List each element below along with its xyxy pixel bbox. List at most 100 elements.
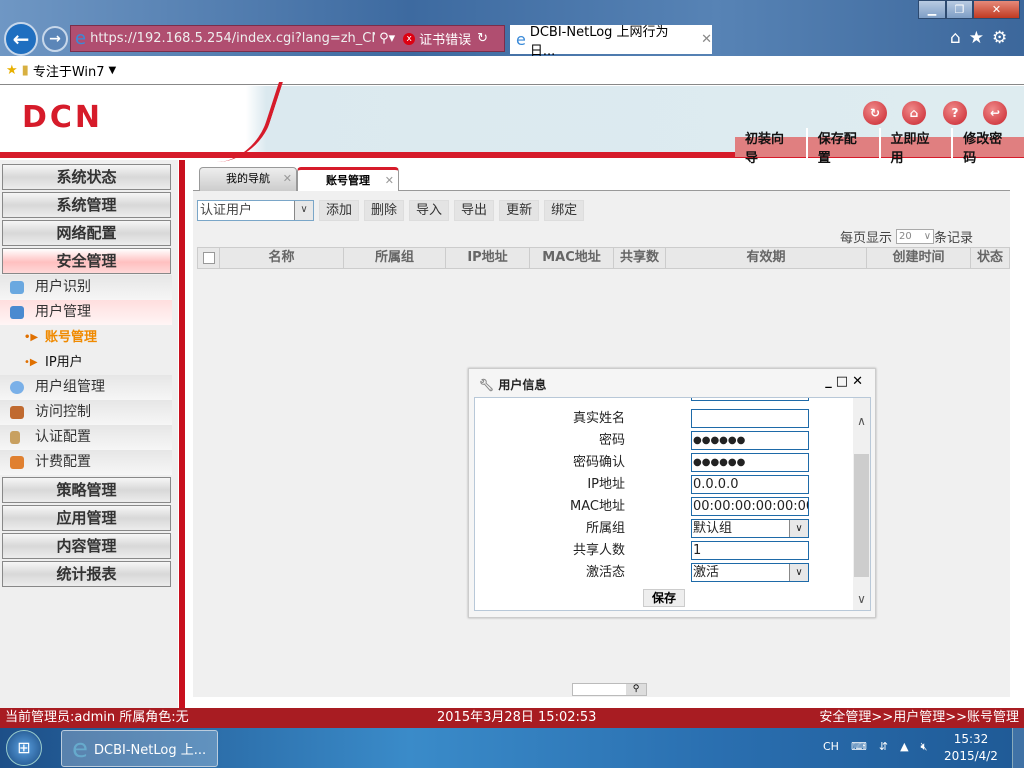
- username-field[interactable]: [691, 398, 809, 401]
- form-row-share: 共享人数 1: [475, 541, 855, 560]
- ip-field[interactable]: 0.0.0.0: [691, 475, 809, 494]
- sidebar-policy-manage[interactable]: 策略管理: [2, 477, 171, 503]
- col-ip[interactable]: IP地址: [446, 248, 530, 268]
- home-icon[interactable]: ⌂: [902, 101, 926, 125]
- home-icon[interactable]: ⌂: [950, 28, 969, 48]
- sidebar-account-manage[interactable]: •▶ 账号管理: [0, 325, 172, 350]
- back-button[interactable]: ←: [4, 22, 38, 56]
- sidebar-content-manage[interactable]: 内容管理: [2, 533, 171, 559]
- page-jump-input[interactable]: ⚲: [572, 683, 647, 696]
- restore-icon[interactable]: ❐: [946, 0, 973, 19]
- update-button[interactable]: 更新: [499, 200, 540, 221]
- sidebar-system-manage[interactable]: 系统管理: [2, 192, 171, 218]
- favorites-star-icon[interactable]: ★: [6, 63, 18, 78]
- dialog-scrollbar[interactable]: ∧ ∨: [853, 398, 870, 610]
- sidebar-app-manage[interactable]: 应用管理: [2, 505, 171, 531]
- col-validity[interactable]: 有效期: [666, 248, 867, 268]
- scroll-down-icon[interactable]: ∨: [853, 592, 870, 606]
- realname-field[interactable]: [691, 409, 809, 428]
- forward-button[interactable]: →: [42, 26, 68, 52]
- minimize-icon[interactable]: ▁: [918, 0, 946, 19]
- password-confirm-field[interactable]: ●●●●●●: [691, 453, 809, 472]
- volume-muted-icon[interactable]: 🔇︎: [921, 740, 928, 754]
- minimize-icon[interactable]: _: [825, 374, 836, 389]
- star-icon[interactable]: ★: [969, 28, 992, 48]
- sidebar-user-manage[interactable]: 用户管理: [0, 300, 172, 325]
- title-text: 用户信息: [498, 378, 547, 392]
- sidebar-splitter[interactable]: [179, 160, 185, 708]
- close-icon[interactable]: ✕: [852, 374, 867, 389]
- sidebar-user-group[interactable]: 用户组管理: [0, 375, 172, 400]
- password-field[interactable]: ●●●●●●: [691, 431, 809, 450]
- gear-icon[interactable]: ⚙: [992, 28, 1015, 48]
- close-icon[interactable]: ✕: [283, 168, 292, 190]
- delete-button[interactable]: 删除: [364, 200, 405, 221]
- select-all-checkbox[interactable]: [198, 248, 220, 268]
- start-button[interactable]: ⊞: [6, 730, 42, 766]
- address-bar[interactable]: e https://192.168.5.254/index.cgi?lang=z…: [70, 25, 505, 52]
- col-created[interactable]: 创建时间: [867, 248, 971, 268]
- wrench-icon: 🔧︎: [479, 378, 495, 392]
- tab-close-icon[interactable]: ✕: [701, 32, 712, 47]
- col-mac[interactable]: MAC地址: [530, 248, 614, 268]
- sidebar-auth-config[interactable]: 认证配置: [0, 425, 172, 450]
- tab-my-nav[interactable]: 我的导航 ✕: [199, 167, 297, 191]
- sidebar-reports[interactable]: 统计报表: [2, 561, 171, 587]
- user-type-select[interactable]: 认证用户 ∨: [197, 200, 314, 221]
- sidebar-billing-config[interactable]: 计费配置: [0, 450, 172, 475]
- export-button[interactable]: 导出: [454, 200, 495, 221]
- help-icon[interactable]: ?: [943, 101, 967, 125]
- clock[interactable]: 15:32 2015/4/2: [940, 731, 1002, 765]
- refresh-icon[interactable]: ↻: [477, 31, 488, 46]
- network-icon[interactable]: ⇵: [879, 740, 888, 754]
- save-button[interactable]: 保存: [643, 589, 685, 607]
- menu-apply-now[interactable]: 立即应用: [881, 128, 954, 166]
- label: 认证配置: [35, 429, 91, 445]
- share-count-field[interactable]: 1: [691, 541, 809, 560]
- search-icon[interactable]: ⚲▾: [379, 31, 395, 46]
- auth-config-icon: [10, 431, 20, 444]
- tray-expand-icon[interactable]: ▲: [900, 740, 908, 754]
- sidebar-system-status[interactable]: 系统状态: [2, 164, 171, 190]
- browser-tab[interactable]: e DCBI-NetLog 上网行为日... ✕: [510, 25, 712, 59]
- sidebar-security-manage[interactable]: 安全管理: [2, 248, 171, 274]
- favorites-item[interactable]: 专注于Win7: [33, 61, 105, 80]
- bind-button[interactable]: 绑定: [544, 200, 585, 221]
- sidebar-access-control[interactable]: 访问控制: [0, 400, 172, 425]
- scrollbar-thumb[interactable]: [854, 454, 869, 577]
- col-share[interactable]: 共享数: [614, 248, 666, 268]
- add-button[interactable]: 添加: [319, 200, 360, 221]
- chevron-down-icon: ∨: [294, 201, 313, 220]
- show-desktop-button[interactable]: [1012, 728, 1024, 768]
- sidebar-ip-user[interactable]: •▶ IP用户: [0, 350, 172, 375]
- col-name[interactable]: 名称: [220, 248, 344, 268]
- language-indicator[interactable]: CH: [823, 740, 839, 754]
- refresh-icon[interactable]: ↻: [863, 101, 887, 125]
- col-status[interactable]: 状态: [971, 248, 1009, 268]
- close-icon[interactable]: ✕: [973, 0, 1020, 19]
- system-tray: CH ⌨ ⇵ ▲ 🔇︎: [823, 740, 927, 754]
- tab-account-manage[interactable]: 账号管理 ✕: [297, 167, 399, 191]
- logout-icon[interactable]: ↩: [983, 101, 1007, 125]
- per-page-select[interactable]: 20 ∨: [896, 229, 935, 244]
- maximize-icon[interactable]: □: [836, 374, 852, 389]
- taskbar-ie-item[interactable]: e DCBI-NetLog 上...: [61, 730, 218, 767]
- menu-setup-wizard[interactable]: 初装向导: [735, 128, 808, 166]
- col-group[interactable]: 所属组: [344, 248, 446, 268]
- active-state-select[interactable]: 激活 ∨: [691, 563, 809, 582]
- cert-error-label[interactable]: 证书错误: [419, 29, 471, 48]
- keyboard-icon[interactable]: ⌨: [851, 740, 867, 754]
- top-menu: 初装向导 保存配置 立即应用 修改密码: [735, 128, 1024, 166]
- address-url[interactable]: https://192.168.5.254/index.cgi?lang=zh_…: [90, 31, 375, 46]
- scroll-up-icon[interactable]: ∧: [853, 414, 870, 428]
- import-button[interactable]: 导入: [409, 200, 450, 221]
- sidebar-user-identify[interactable]: 用户识别: [0, 275, 172, 300]
- menu-save-config[interactable]: 保存配置: [808, 128, 881, 166]
- mac-field[interactable]: 00:00:00:00:00:00: [691, 497, 809, 516]
- search-icon[interactable]: ⚲: [626, 684, 646, 695]
- chevron-down-icon[interactable]: ▼: [109, 65, 117, 76]
- close-icon[interactable]: ✕: [385, 170, 394, 192]
- group-select[interactable]: 默认组 ∨: [691, 519, 809, 538]
- menu-change-password[interactable]: 修改密码: [953, 128, 1024, 166]
- sidebar-network-config[interactable]: 网络配置: [2, 220, 171, 246]
